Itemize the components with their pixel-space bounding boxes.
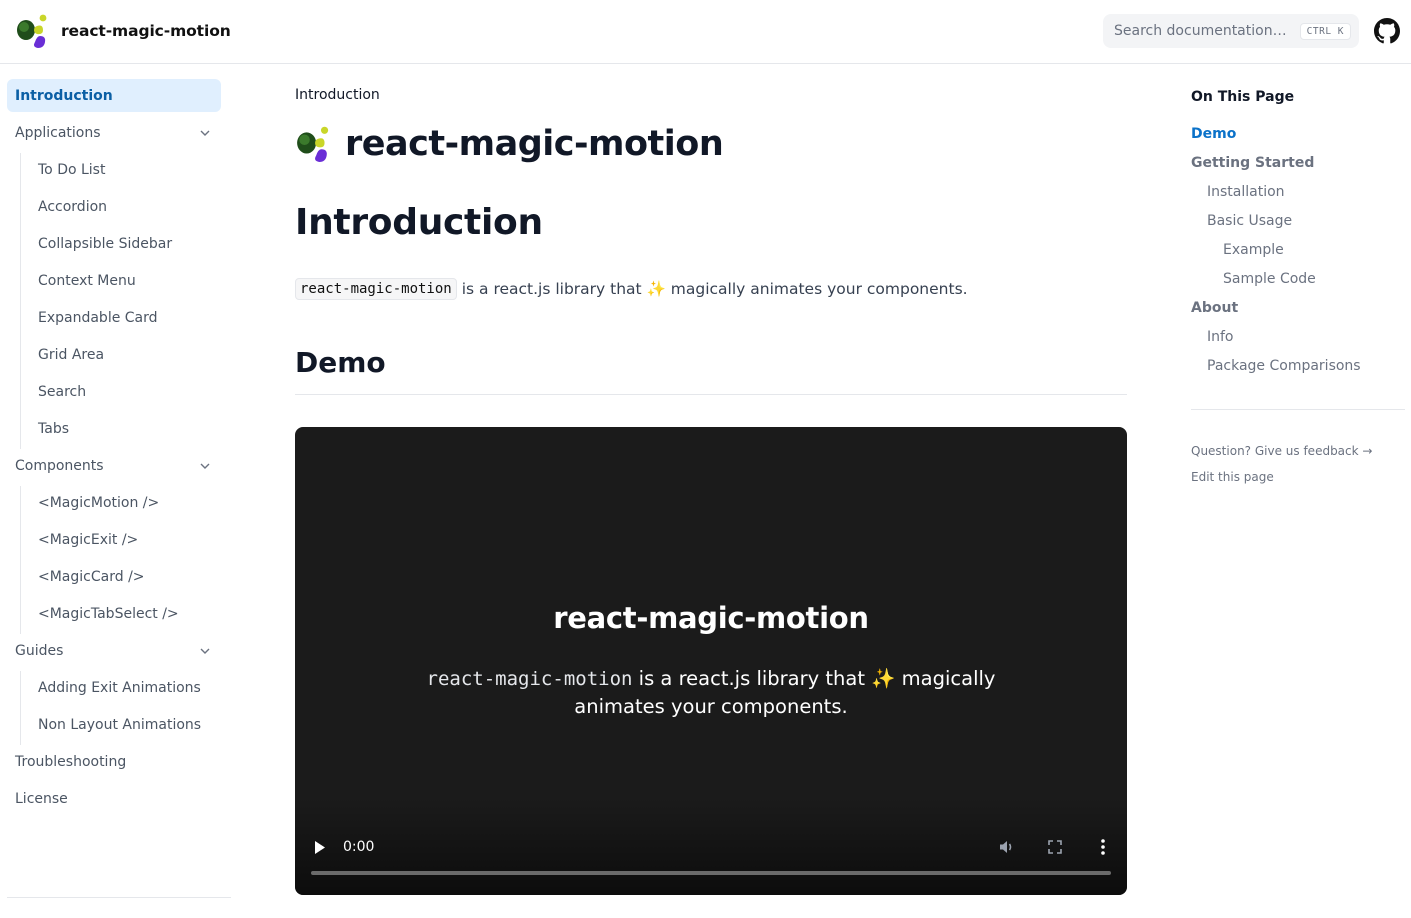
logo-icon <box>17 14 47 48</box>
sidebar-item-context-menu[interactable]: Context Menu <box>38 264 136 297</box>
sidebar-item-label: Troubleshooting <box>15 753 127 770</box>
tree-line <box>20 486 21 634</box>
chevron-down-icon <box>200 130 210 136</box>
intro-paragraph: react-magic-motion is a react.js library… <box>295 278 968 300</box>
sidebar-item-magicexit[interactable]: <MagicExit /> <box>38 523 138 556</box>
sidebar-item-label: Guides <box>15 642 64 659</box>
sidebar-item-accordion[interactable]: Accordion <box>38 190 107 223</box>
inline-code: react-magic-motion <box>295 278 457 300</box>
logo-icon <box>297 126 329 162</box>
intro-text: is a react.js library that ✨ magically a… <box>461 280 968 298</box>
top-navbar: react-magic-motion Search documentation…… <box>0 0 1411 64</box>
sidebar-item-magicmotion[interactable]: <MagicMotion /> <box>38 486 159 519</box>
sidebar-item-tabs[interactable]: Tabs <box>38 412 69 445</box>
toc-item-getting-started[interactable]: Getting Started <box>1191 155 1314 171</box>
sidebar-group-applications[interactable]: Applications <box>7 116 221 149</box>
play-icon[interactable] <box>313 840 327 855</box>
heading-divider <box>295 394 1127 395</box>
chevron-down-icon <box>200 463 210 469</box>
toc-item-about[interactable]: About <box>1191 300 1238 316</box>
toc-item-info[interactable]: Info <box>1207 329 1234 345</box>
sidebar: Introduction Applications To Do List Acc… <box>0 64 232 918</box>
video-description: react-magic-motion is a react.js library… <box>405 665 1017 721</box>
sidebar-item-license[interactable]: License <box>7 782 221 815</box>
sidebar-item-label: Introduction <box>15 87 113 104</box>
breadcrumb[interactable]: Introduction <box>295 87 380 103</box>
page-title-text: react-magic-motion <box>345 124 724 164</box>
brand-link[interactable]: react-magic-motion <box>15 13 231 49</box>
sidebar-item-label: Applications <box>15 124 101 141</box>
demo-video[interactable]: react-magic-motion react-magic-motion is… <box>295 427 1127 895</box>
sidebar-group-components[interactable]: Components <box>7 449 221 482</box>
sidebar-item-collapsible-sidebar[interactable]: Collapsible Sidebar <box>38 227 172 260</box>
toc-divider <box>1191 409 1405 410</box>
video-time: 0:00 <box>343 839 375 855</box>
sidebar-item-label: Components <box>15 457 104 474</box>
search-shortcut-badge: CTRL K <box>1299 22 1351 40</box>
page-title: react-magic-motion <box>295 124 724 164</box>
sidebar-item-non-layout-animations[interactable]: Non Layout Animations <box>38 708 201 741</box>
toc-item-basic-usage[interactable]: Basic Usage <box>1207 213 1292 229</box>
section-heading-demo: Demo <box>295 346 386 379</box>
toc-item-installation[interactable]: Installation <box>1207 184 1285 200</box>
brand-name: react-magic-motion <box>61 22 231 40</box>
sidebar-group-guides[interactable]: Guides <box>7 634 221 667</box>
sidebar-item-label: License <box>15 790 68 807</box>
sidebar-item-troubleshooting[interactable]: Troubleshooting <box>7 745 221 778</box>
tree-line <box>20 671 21 745</box>
toc-item-sample-code[interactable]: Sample Code <box>1223 271 1316 287</box>
volume-icon[interactable] <box>998 838 1016 856</box>
edit-page-link[interactable]: Edit this page <box>1191 470 1274 484</box>
sidebar-item-adding-exit-animations[interactable]: Adding Exit Animations <box>38 671 201 704</box>
section-heading-introduction: Introduction <box>295 202 543 243</box>
feedback-link[interactable]: Question? Give us feedback → <box>1191 444 1372 458</box>
video-progress-bar[interactable] <box>311 871 1111 875</box>
sidebar-item-search[interactable]: Search <box>38 375 86 408</box>
chevron-down-icon <box>200 648 210 654</box>
toc-item-example[interactable]: Example <box>1223 242 1284 258</box>
sidebar-item-grid-area[interactable]: Grid Area <box>38 338 104 371</box>
sidebar-item-magiccard[interactable]: <MagicCard /> <box>38 560 145 593</box>
github-icon[interactable] <box>1374 18 1400 44</box>
video-inline-code: react-magic-motion <box>426 668 633 690</box>
sidebar-item-magictabselect[interactable]: <MagicTabSelect /> <box>38 597 179 630</box>
sidebar-item-expandable-card[interactable]: Expandable Card <box>38 301 158 334</box>
toc-title: On This Page <box>1191 89 1295 105</box>
toc-item-package-comparisons[interactable]: Package Comparisons <box>1207 358 1361 374</box>
video-description-text: is a react.js library that ✨ magically a… <box>574 667 996 718</box>
video-title: react-magic-motion <box>553 601 869 635</box>
search-placeholder: Search documentation… <box>1114 23 1287 39</box>
more-vert-icon[interactable] <box>1095 838 1111 856</box>
sidebar-divider <box>7 897 231 898</box>
tree-line <box>20 153 21 449</box>
search-input[interactable]: Search documentation… CTRL K <box>1103 14 1359 48</box>
sidebar-item-to-do-list[interactable]: To Do List <box>38 153 105 186</box>
sidebar-item-introduction[interactable]: Introduction <box>7 79 221 112</box>
fullscreen-icon[interactable] <box>1047 839 1063 855</box>
toc-item-demo[interactable]: Demo <box>1191 126 1236 142</box>
